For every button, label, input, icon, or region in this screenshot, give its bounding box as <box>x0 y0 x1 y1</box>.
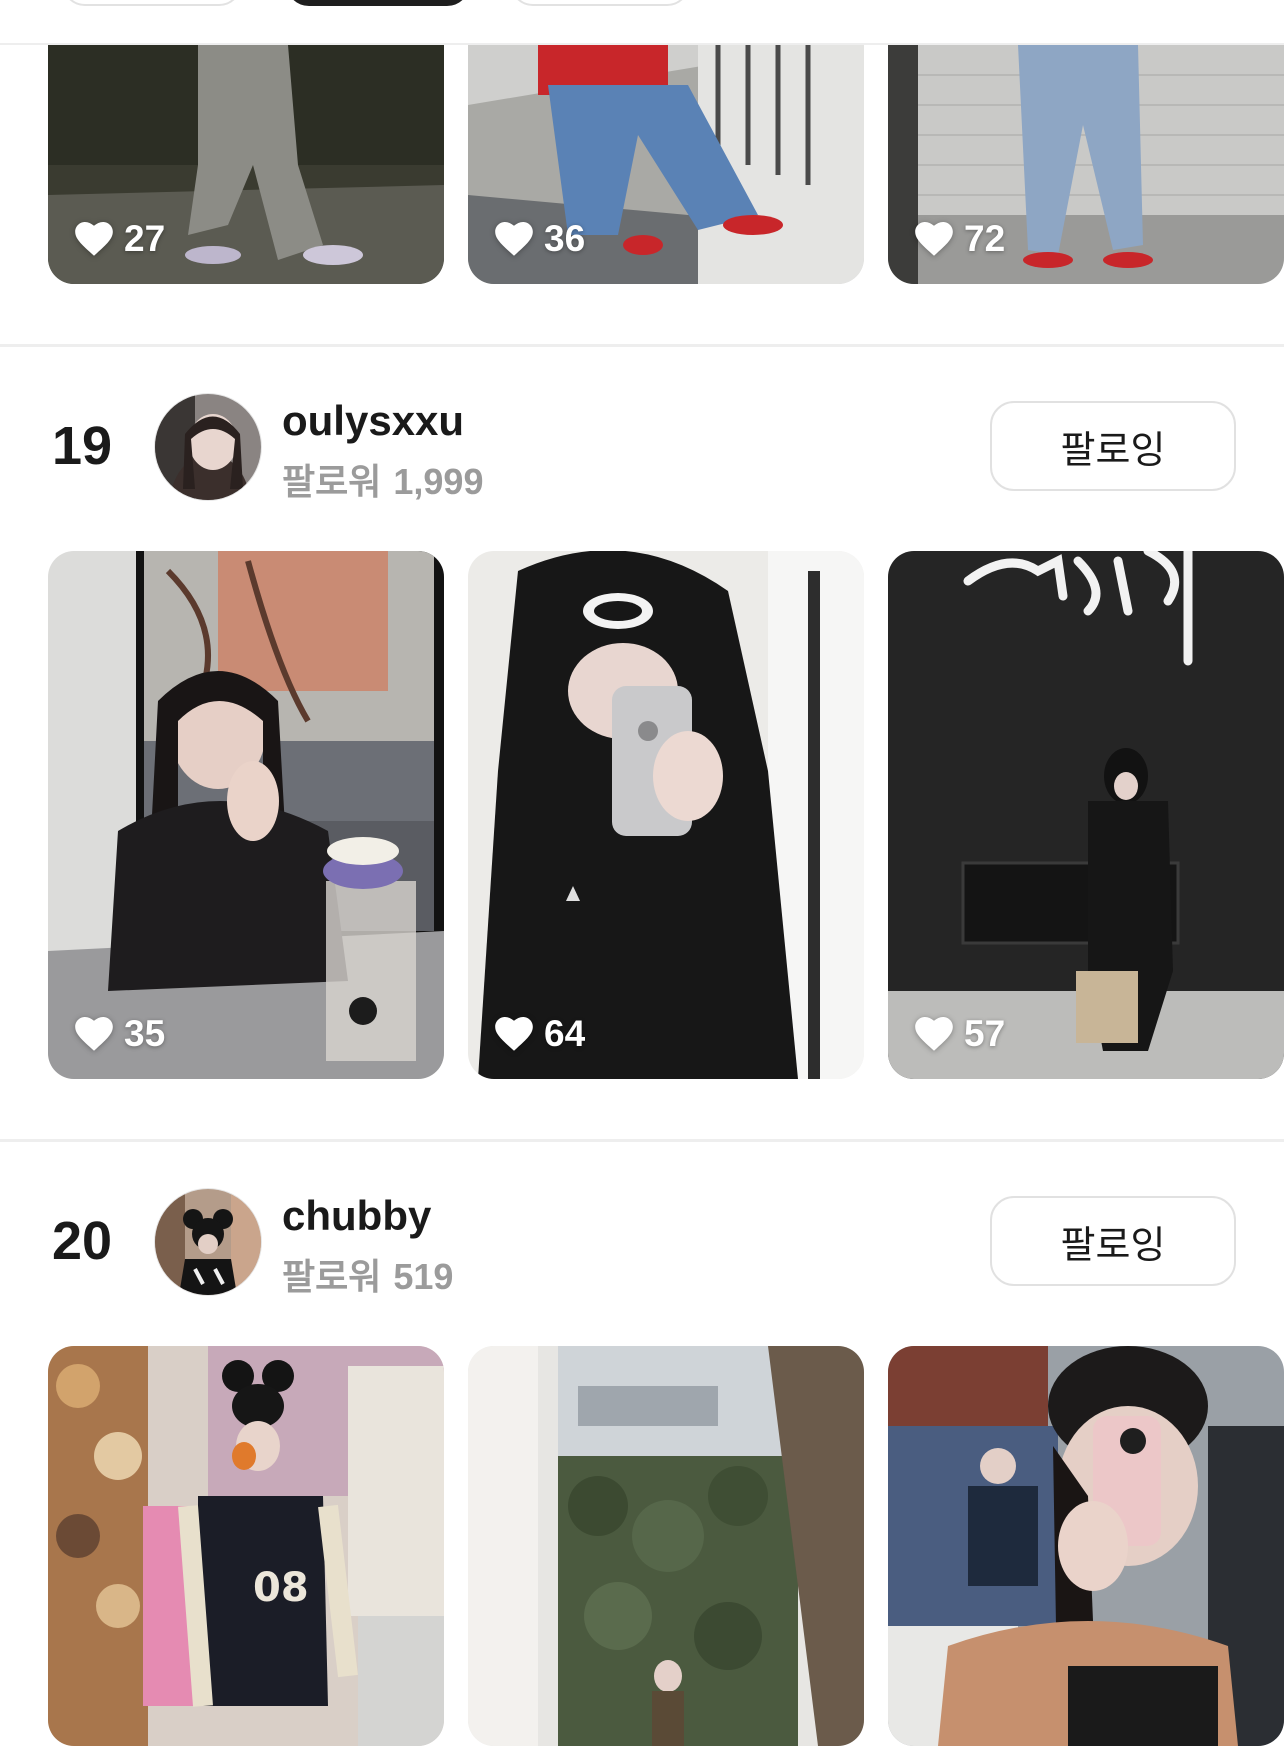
section-divider <box>0 1139 1284 1142</box>
username[interactable]: chubby <box>282 1192 431 1240</box>
post-card[interactable]: 64 <box>468 551 864 1079</box>
heart-icon <box>494 1016 534 1052</box>
following-button[interactable]: 팔로잉 <box>990 401 1236 491</box>
post-card[interactable]: 57 <box>888 551 1284 1079</box>
post-card[interactable]: 27 <box>48 45 444 284</box>
post-card[interactable]: 36 <box>468 45 864 284</box>
heart-icon <box>74 221 114 257</box>
follower-value: 1,999 <box>393 461 484 502</box>
like-count: 57 <box>914 1013 1005 1055</box>
follower-label: 팔로워 <box>282 461 382 502</box>
follower-count: 팔로워 1,999 <box>282 453 483 505</box>
rank-number: 20 <box>52 1211 113 1271</box>
post-photo <box>48 551 444 1079</box>
username[interactable]: oulysxxu <box>282 397 464 445</box>
following-button[interactable]: 팔로잉 <box>990 1196 1236 1286</box>
ranking-user-header: 19 oulysxxu 팔로워 1,999 팔로잉 <box>0 393 1284 503</box>
filter-chip[interactable] <box>62 0 242 6</box>
post-card[interactable] <box>468 1346 864 1746</box>
svg-text:08: 08 <box>253 1565 309 1611</box>
like-count: 36 <box>494 218 585 260</box>
post-card[interactable]: 08 <box>48 1346 444 1746</box>
post-card[interactable]: 72 <box>888 45 1284 284</box>
post-photo <box>888 1346 1284 1746</box>
heart-icon <box>914 221 954 257</box>
avatar[interactable] <box>154 393 262 501</box>
like-count: 27 <box>74 218 165 260</box>
follower-count: 팔로워 519 <box>282 1248 453 1300</box>
like-count: 35 <box>74 1013 165 1055</box>
follower-value: 519 <box>393 1256 454 1297</box>
post-card[interactable] <box>888 1346 1284 1746</box>
post-card[interactable]: 35 <box>48 551 444 1079</box>
section-divider <box>0 344 1284 347</box>
filter-chip-selected[interactable] <box>286 0 470 6</box>
ranking-user-header: 20 chubby 팔로워 519 팔로잉 <box>0 1188 1284 1298</box>
post-photo <box>468 1346 864 1746</box>
heart-icon <box>494 221 534 257</box>
like-count: 72 <box>914 218 1005 260</box>
post-photo <box>468 551 864 1079</box>
heart-icon <box>914 1016 954 1052</box>
filter-chip-bar <box>0 0 1284 45</box>
post-photo <box>888 551 1284 1079</box>
post-photo: 08 <box>48 1346 444 1746</box>
avatar[interactable] <box>154 1188 262 1296</box>
like-count: 64 <box>494 1013 585 1055</box>
heart-icon <box>74 1016 114 1052</box>
follower-label: 팔로워 <box>282 1256 382 1297</box>
filter-chip[interactable] <box>510 0 690 6</box>
rank-number: 19 <box>52 416 113 476</box>
